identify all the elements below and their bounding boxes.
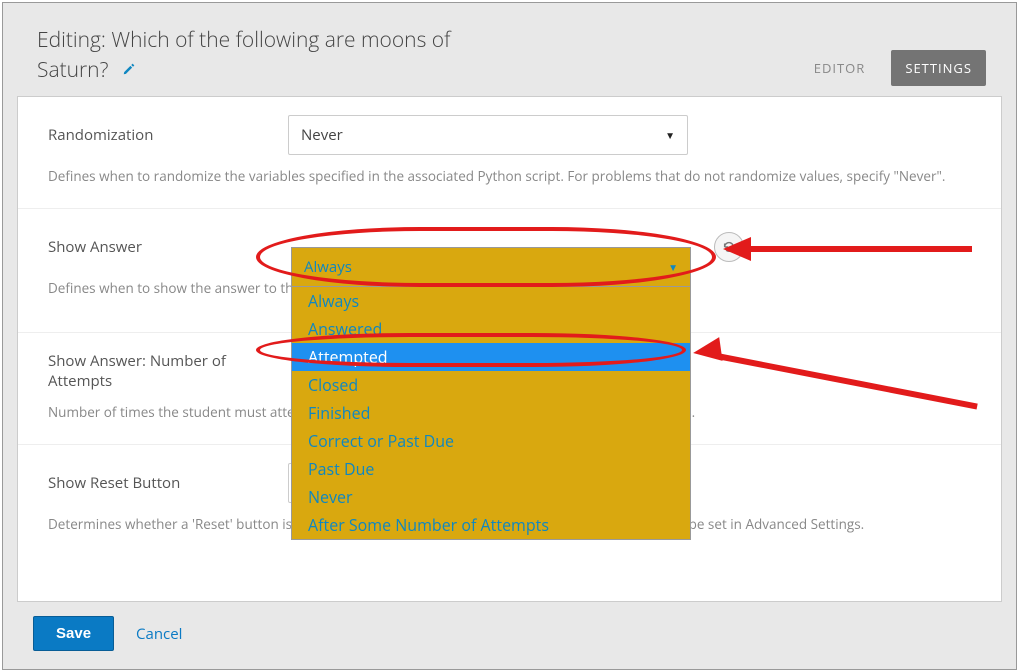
tab-settings[interactable]: SETTINGS	[891, 50, 986, 86]
show-answer-selected-value: Always	[304, 257, 352, 277]
save-button[interactable]: Save	[33, 616, 114, 651]
randomization-label: Randomization	[48, 125, 268, 145]
option-finished[interactable]: Finished	[292, 399, 690, 427]
randomization-select[interactable]: Never ▼	[288, 115, 688, 155]
tab-editor[interactable]: EDITOR	[800, 50, 880, 86]
option-closed[interactable]: Closed	[292, 371, 690, 399]
option-past-due[interactable]: Past Due	[292, 455, 690, 483]
show-answer-select-open[interactable]: Always ▼	[291, 247, 691, 287]
tab-bar: EDITOR SETTINGS	[800, 50, 986, 86]
randomization-desc: Defines when to randomize the variables …	[48, 167, 971, 186]
show-answer-dropdown[interactable]: Always ▼ Always Answered Attempted Close…	[291, 247, 691, 540]
pencil-icon[interactable]	[122, 61, 136, 83]
chevron-down-icon: ▼	[665, 128, 675, 142]
page-title: Editing: Which of the following are moon…	[37, 25, 497, 86]
setting-randomization: Randomization Never ▼ Defines when to ra…	[18, 97, 1001, 209]
show-answer-options-list: Always Answered Attempted Closed Finishe…	[291, 287, 691, 540]
option-correct-past-due[interactable]: Correct or Past Due	[292, 427, 690, 455]
option-always[interactable]: Always	[292, 287, 690, 315]
show-answer-label: Show Answer	[48, 237, 268, 257]
title-prefix: Editing:	[37, 26, 111, 54]
undo-button[interactable]	[714, 232, 744, 262]
show-answer-num-label: Show Answer: Number of Attempts	[48, 351, 268, 392]
chevron-down-icon: ▼	[668, 260, 678, 274]
cancel-button[interactable]: Cancel	[136, 624, 182, 644]
option-never[interactable]: Never	[292, 483, 690, 511]
option-after-attempts[interactable]: After Some Number of Attempts	[292, 511, 690, 539]
option-answered[interactable]: Answered	[292, 315, 690, 343]
option-attempted[interactable]: Attempted	[292, 343, 690, 371]
show-reset-label: Show Reset Button	[48, 473, 268, 493]
randomization-value: Never	[301, 125, 343, 145]
